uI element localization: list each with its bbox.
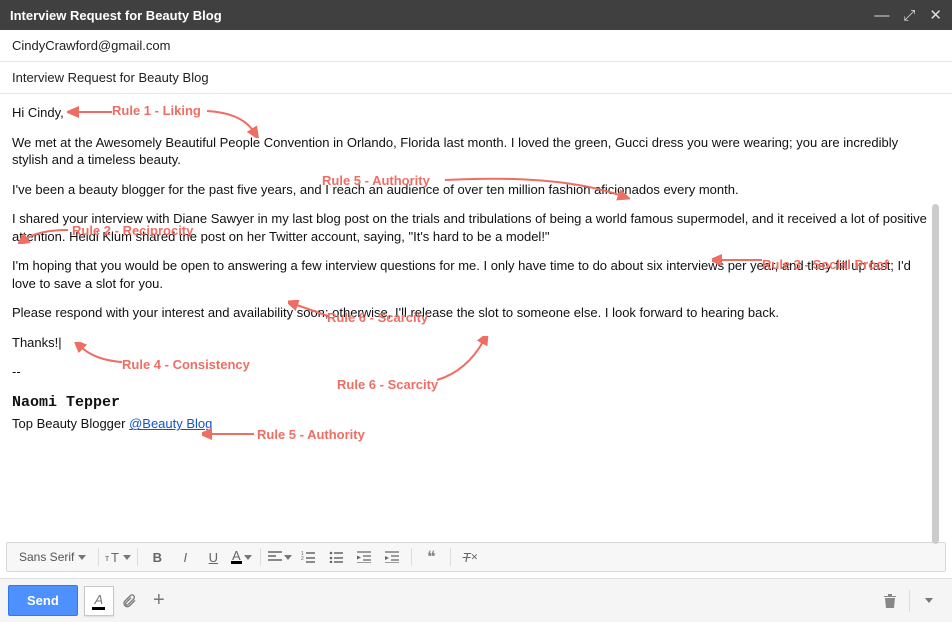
sig-divider: -- xyxy=(12,363,928,381)
align-btn[interactable] xyxy=(267,545,293,569)
compose-title: Interview Request for Beauty Blog xyxy=(10,8,222,23)
para-1: We met at the Awesomely Beautiful People… xyxy=(12,134,928,169)
para-2: I've been a beauty blogger for the past … xyxy=(12,181,928,199)
greeting: Hi Cindy, xyxy=(12,104,928,122)
thanks: Thanks! xyxy=(12,334,928,352)
svg-text:T: T xyxy=(111,550,119,564)
sig-name: Naomi Tepper xyxy=(12,394,120,411)
minimize-icon[interactable]: — xyxy=(874,7,889,24)
window-controls: — ⤢ ✕ xyxy=(874,6,942,24)
close-icon[interactable]: ✕ xyxy=(929,6,942,24)
indent-more-btn[interactable] xyxy=(379,545,405,569)
compose-header: CindyCrawford@gmail.com Interview Reques… xyxy=(0,30,952,94)
font-family-label: Sans Serif xyxy=(19,550,74,564)
scrollbar[interactable] xyxy=(932,204,939,544)
font-size-btn[interactable]: тT xyxy=(105,545,131,569)
remove-formatting-btn[interactable]: T✕ xyxy=(457,545,483,569)
discard-draft-btn[interactable] xyxy=(875,586,905,616)
insert-more-btn[interactable]: + xyxy=(144,586,174,616)
sig-title: Top Beauty Blogger xyxy=(12,416,129,431)
subject-field[interactable]: Interview Request for Beauty Blog xyxy=(0,62,952,94)
compose-footer: Send A + xyxy=(0,578,952,622)
signature: Naomi Tepper xyxy=(12,393,928,413)
compose-body-wrap: Hi Cindy, We met at the Awesomely Beauti… xyxy=(0,94,952,542)
sig-line2: Top Beauty Blogger @Beauty Blog xyxy=(12,415,928,433)
quote-btn[interactable]: ❝ xyxy=(418,545,444,569)
formatting-toolbar: Sans Serif тT B I U A 12 ❝ T✕ xyxy=(6,542,946,572)
more-options-btn[interactable] xyxy=(914,586,944,616)
send-button[interactable]: Send xyxy=(8,585,78,616)
bold-btn[interactable]: B xyxy=(144,545,170,569)
svg-text:т: т xyxy=(105,553,109,563)
compose-titlebar: Interview Request for Beauty Blog — ⤢ ✕ xyxy=(0,0,952,30)
sig-link[interactable]: @Beauty Blog xyxy=(129,416,212,431)
expand-icon[interactable]: ⤢ xyxy=(903,7,915,24)
attach-icon[interactable] xyxy=(114,586,144,616)
to-field[interactable]: CindyCrawford@gmail.com xyxy=(0,30,952,62)
font-family-select[interactable]: Sans Serif xyxy=(13,550,92,564)
chevron-down-icon xyxy=(78,555,86,560)
bulleted-list-btn[interactable] xyxy=(323,545,349,569)
para-5: Please respond with your interest and av… xyxy=(12,304,928,322)
underline-btn[interactable]: U xyxy=(200,545,226,569)
svg-text:2: 2 xyxy=(301,556,304,562)
indent-less-btn[interactable] xyxy=(351,545,377,569)
italic-btn[interactable]: I xyxy=(172,545,198,569)
compose-body[interactable]: Hi Cindy, We met at the Awesomely Beauti… xyxy=(12,104,928,532)
para-3: I shared your interview with Diane Sawye… xyxy=(12,210,928,245)
numbered-list-btn[interactable]: 12 xyxy=(295,545,321,569)
para-4: I'm hoping that you would be open to ans… xyxy=(12,257,928,292)
formatting-toggle-btn[interactable]: A xyxy=(84,586,114,616)
text-color-btn[interactable]: A xyxy=(228,545,254,569)
